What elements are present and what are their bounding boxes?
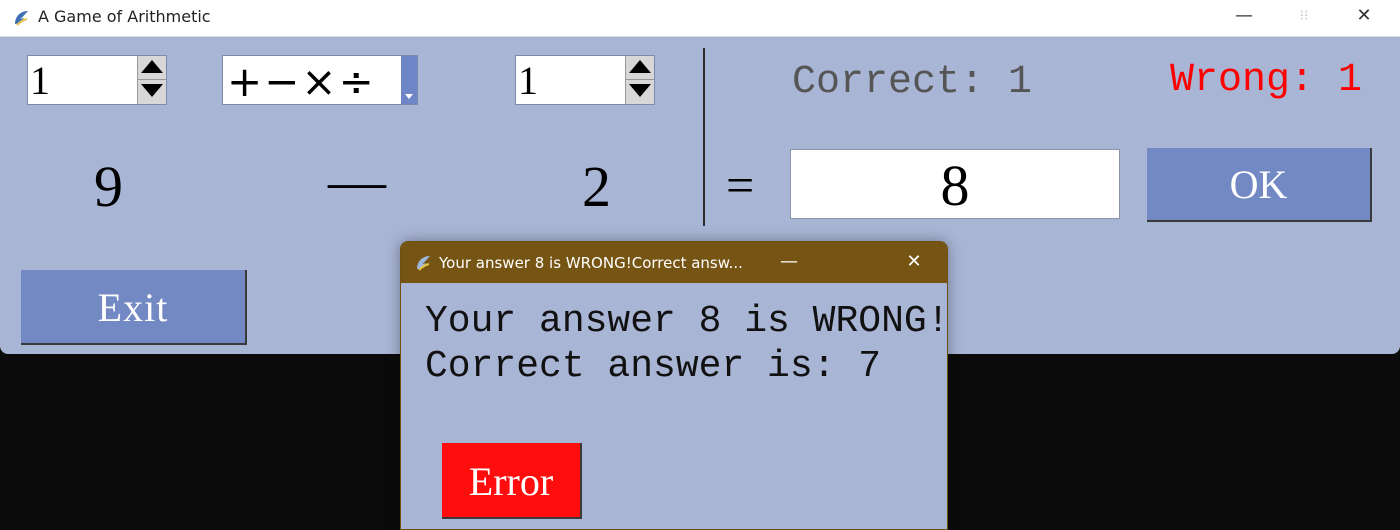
equals-sign: =	[726, 157, 755, 213]
correct-count: Correct: 1	[792, 60, 1033, 105]
dialog-message-line-1: Your answer 8 is WRONG!	[425, 300, 948, 343]
wrong-count: Wrong: 1	[1170, 58, 1363, 103]
answer-input[interactable]: 8	[790, 149, 1120, 219]
dialog-close-button[interactable]: ✕	[889, 242, 939, 283]
spin-down-arrow-icon[interactable]	[138, 80, 166, 103]
operator-combo-value[interactable]: +−×÷	[227, 56, 376, 108]
spin-down-arrow-icon[interactable]	[626, 80, 654, 103]
vertical-divider	[703, 48, 705, 226]
dialog-title: Your answer 8 is WRONG!Correct answ...	[439, 254, 743, 272]
maximize-button[interactable]: ⁝⁝	[1274, 0, 1334, 34]
dialog-message-line-2: Correct answer is: 7	[425, 345, 882, 388]
operand-2: 2	[582, 154, 611, 219]
minimize-button[interactable]: —	[1214, 0, 1274, 34]
operator-symbol: —	[328, 148, 386, 213]
right-spin-arrows	[625, 56, 654, 104]
python-feather-icon	[15, 11, 28, 26]
right-spinbox-value[interactable]: 1	[518, 56, 538, 106]
exit-button[interactable]: Exit	[21, 270, 247, 345]
window-title: A Game of Arithmetic	[38, 7, 211, 26]
left-spinbox-value[interactable]: 1	[30, 56, 50, 106]
spin-up-arrow-icon[interactable]	[138, 56, 166, 80]
close-button[interactable]: ✕	[1334, 0, 1394, 34]
dropdown-arrow-icon[interactable]	[401, 56, 417, 104]
error-button[interactable]: Error	[442, 443, 582, 519]
left-operand-spinbox[interactable]: 1	[27, 55, 167, 105]
left-spin-arrows	[137, 56, 166, 104]
operand-1: 9	[94, 154, 123, 219]
dialog-minimize-button[interactable]: —	[764, 242, 814, 283]
operator-combobox[interactable]: +−×÷	[222, 55, 418, 108]
title-bar[interactable]: A Game of Arithmetic — ⁝⁝ ✕	[0, 0, 1400, 37]
right-operand-spinbox[interactable]: 1	[515, 55, 655, 105]
ok-button[interactable]: OK	[1147, 148, 1372, 222]
python-feather-icon	[417, 256, 430, 271]
dialog-title-bar[interactable]: Your answer 8 is WRONG!Correct answ... —…	[401, 242, 947, 283]
spin-up-arrow-icon[interactable]	[626, 56, 654, 80]
